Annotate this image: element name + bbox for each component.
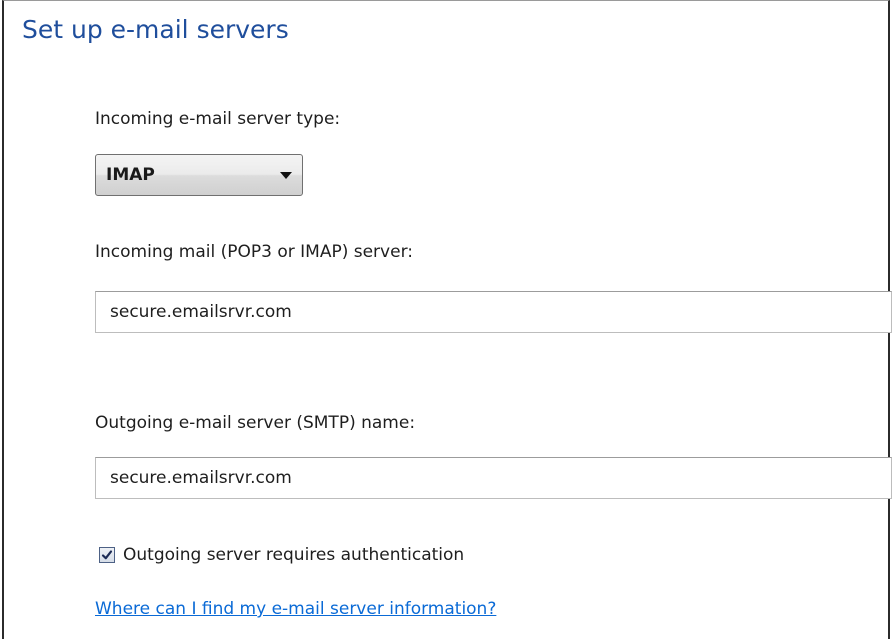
incoming-server-label: Incoming mail (POP3 or IMAP) server:: [95, 242, 413, 262]
outgoing-server-input[interactable]: [95, 457, 892, 499]
auth-checkbox[interactable]: [99, 547, 115, 563]
incoming-type-select[interactable]: IMAP: [95, 154, 303, 196]
dialog-panel: Set up e-mail servers Incoming e-mail se…: [2, 0, 892, 639]
server-info-help-link[interactable]: Where can I find my e-mail server inform…: [95, 599, 496, 619]
incoming-type-label: Incoming e-mail server type:: [95, 109, 341, 129]
checkmark-icon: [101, 550, 113, 560]
page-title: Set up e-mail servers: [22, 15, 289, 44]
chevron-down-icon: [280, 172, 292, 179]
auth-checkbox-row[interactable]: Outgoing server requires authentication: [99, 542, 464, 568]
incoming-type-value: IMAP: [106, 165, 155, 185]
auth-checkbox-label: Outgoing server requires authentication: [123, 545, 465, 565]
outgoing-server-label: Outgoing e-mail server (SMTP) name:: [95, 413, 416, 433]
incoming-server-input[interactable]: [95, 291, 892, 333]
